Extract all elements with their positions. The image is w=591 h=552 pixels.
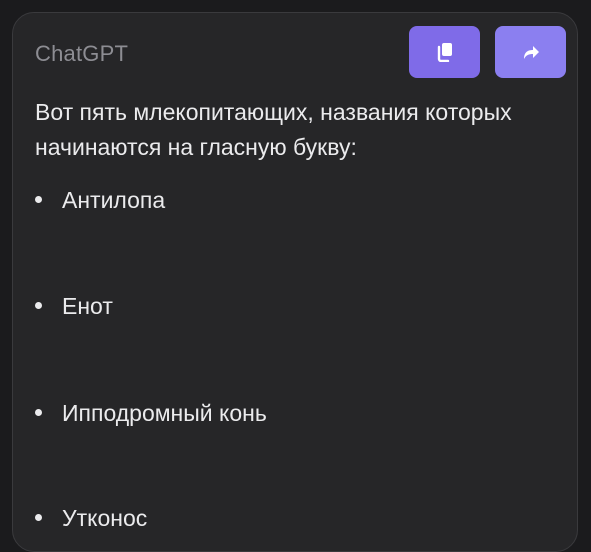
message-actions — [409, 26, 566, 78]
bullet-marker — [35, 196, 42, 204]
list-item: Ипподромный конь — [35, 398, 267, 428]
list-item: Утконос — [35, 503, 147, 533]
list-item-label: Ипподромный конь — [62, 400, 267, 426]
bullet-marker — [35, 302, 42, 310]
copy-button[interactable] — [409, 26, 480, 78]
bullet-marker — [35, 514, 42, 522]
list-item: Антилопа — [35, 185, 165, 215]
message-intro: Вот пять млекопитающих, названия которых… — [35, 99, 512, 160]
sender-name: ChatGPT — [35, 41, 129, 66]
list-item: Енот — [35, 291, 113, 321]
list-item-label: Утконос — [62, 505, 148, 531]
bullet-marker — [35, 409, 42, 417]
share-button[interactable] — [495, 26, 566, 78]
share-icon — [521, 44, 541, 60]
list-item-label: Антилопа — [62, 187, 166, 213]
copy-icon — [436, 42, 454, 62]
chat-message-card: ChatGPT Вот пять млекопитающих, названия… — [12, 12, 578, 552]
list-item-label: Енот — [62, 293, 113, 319]
